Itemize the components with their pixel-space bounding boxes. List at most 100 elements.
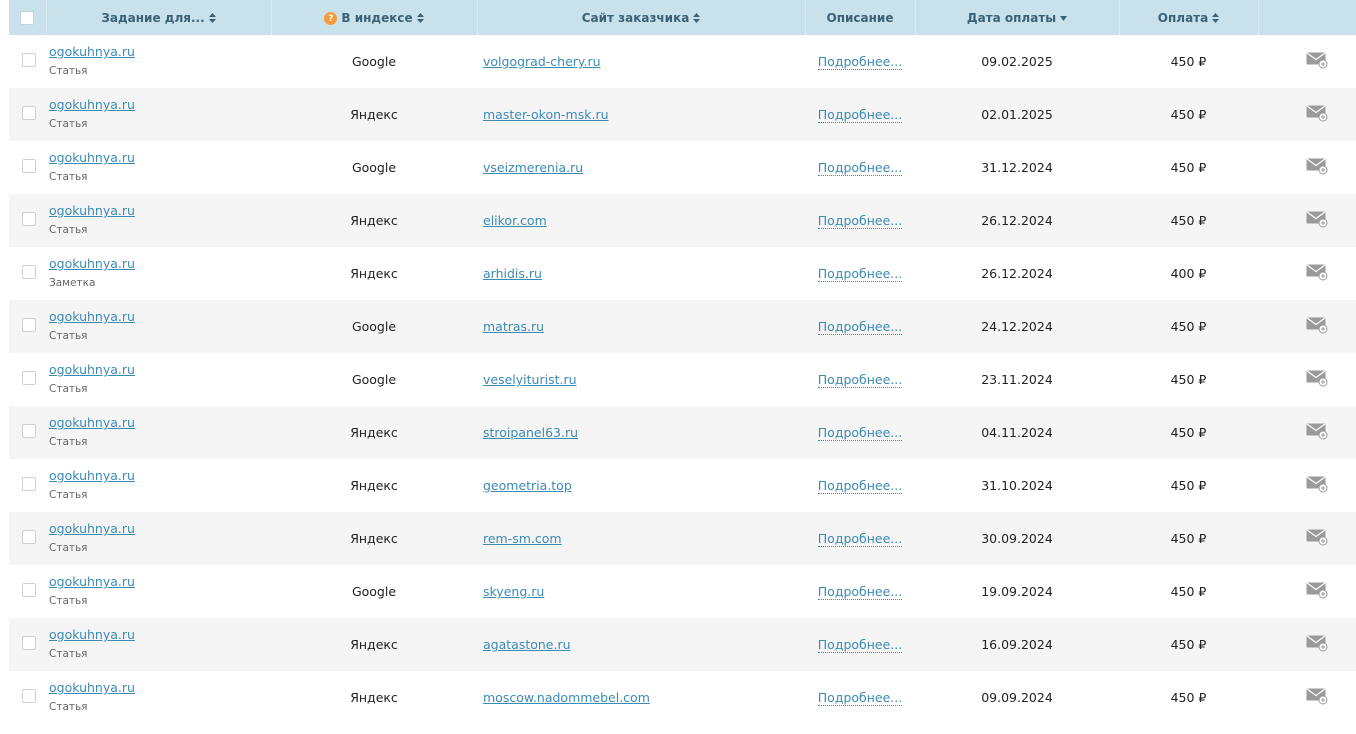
customer-site-link[interactable]: geometria.top	[477, 478, 572, 493]
row-checkbox[interactable]	[22, 318, 36, 332]
sort-desc-icon[interactable]	[1060, 13, 1068, 23]
pay-date-cell: 19.09.2024	[981, 584, 1053, 599]
row-checkbox[interactable]	[22, 159, 36, 173]
customer-site-link[interactable]: rem-sm.com	[477, 531, 562, 546]
task-link[interactable]: ogokuhnya.ru	[49, 415, 271, 430]
index-cell: Google	[351, 319, 397, 334]
details-link[interactable]: Подробнее...	[817, 319, 903, 335]
task-link[interactable]: ogokuhnya.ru	[49, 680, 271, 695]
task-type-label: Статья	[49, 436, 88, 448]
customer-site-link[interactable]: matras.ru	[477, 319, 544, 334]
row-checkbox[interactable]	[22, 530, 36, 544]
site-cell: moscow.nadommebel.com	[477, 671, 805, 724]
site-cell: elikor.com	[477, 194, 805, 247]
row-checkbox[interactable]	[22, 106, 36, 120]
actions-cell	[1258, 406, 1356, 459]
task-link[interactable]: ogokuhnya.ru	[49, 256, 271, 271]
row-checkbox[interactable]	[22, 53, 36, 67]
details-link[interactable]: Подробнее...	[817, 531, 903, 547]
task-link[interactable]: ogokuhnya.ru	[49, 97, 271, 112]
select-all-checkbox[interactable]	[20, 11, 35, 26]
customer-site-link[interactable]: master-okon-msk.ru	[477, 107, 609, 122]
mail-add-icon[interactable]	[1306, 634, 1328, 652]
mail-add-icon[interactable]	[1306, 475, 1328, 493]
mail-add-icon[interactable]	[1306, 687, 1328, 705]
sort-arrows-icon[interactable]	[693, 13, 701, 23]
task-link[interactable]: ogokuhnya.ru	[49, 203, 271, 218]
customer-site-link[interactable]: stroipanel63.ru	[477, 425, 578, 440]
details-link[interactable]: Подробнее...	[817, 637, 903, 653]
customer-site-link[interactable]: moscow.nadommebel.com	[477, 690, 650, 705]
header-payment[interactable]: Оплата	[1119, 0, 1259, 35]
task-type-label: Статья	[49, 171, 88, 183]
description-cell: Подробнее...	[805, 671, 915, 724]
header-site[interactable]: Сайт заказчика	[477, 0, 806, 35]
mail-add-icon[interactable]	[1306, 157, 1328, 175]
customer-site-link[interactable]: vseizmerenia.ru	[477, 160, 583, 175]
row-checkbox[interactable]	[22, 636, 36, 650]
details-link[interactable]: Подробнее...	[817, 54, 903, 70]
task-link[interactable]: ogokuhnya.ru	[49, 362, 271, 377]
mail-add-icon[interactable]	[1306, 581, 1328, 599]
description-cell: Подробнее...	[805, 512, 915, 565]
header-select-all[interactable]	[9, 0, 47, 35]
details-link[interactable]: Подробнее...	[817, 213, 903, 229]
customer-site-link[interactable]: veselyiturist.ru	[477, 372, 577, 387]
table-row: ogokuhnya.ru Статья Яндекс rem-sm.com По…	[9, 512, 1356, 565]
site-cell: master-okon-msk.ru	[477, 88, 805, 141]
mail-add-icon[interactable]	[1306, 316, 1328, 334]
row-checkbox[interactable]	[22, 689, 36, 703]
details-link[interactable]: Подробнее...	[817, 584, 903, 600]
details-link[interactable]: Подробнее...	[817, 690, 903, 706]
mail-add-icon[interactable]	[1306, 51, 1328, 69]
details-link[interactable]: Подробнее...	[817, 372, 903, 388]
sort-arrows-icon[interactable]	[208, 13, 216, 23]
row-checkbox[interactable]	[22, 424, 36, 438]
customer-site-link[interactable]: elikor.com	[477, 213, 547, 228]
sort-arrows-icon[interactable]	[1212, 13, 1220, 23]
header-task[interactable]: Задание для...	[46, 0, 272, 35]
row-checkbox[interactable]	[22, 265, 36, 279]
pay-date-cell: 26.12.2024	[981, 266, 1053, 281]
customer-site-link[interactable]: volgograd-chery.ru	[477, 54, 601, 69]
details-link[interactable]: Подробнее...	[817, 107, 903, 123]
mail-add-icon[interactable]	[1306, 422, 1328, 440]
task-link[interactable]: ogokuhnya.ru	[49, 574, 271, 589]
task-link[interactable]: ogokuhnya.ru	[49, 44, 271, 59]
row-checkbox[interactable]	[22, 371, 36, 385]
help-icon[interactable]: ?	[324, 12, 338, 26]
task-link[interactable]: ogokuhnya.ru	[49, 468, 271, 483]
mail-add-icon[interactable]	[1306, 210, 1328, 228]
task-link[interactable]: ogokuhnya.ru	[49, 521, 271, 536]
mail-add-icon[interactable]	[1306, 263, 1328, 281]
task-type-label: Статья	[49, 489, 88, 501]
mail-add-icon[interactable]	[1306, 104, 1328, 122]
sort-arrows-icon[interactable]	[416, 12, 424, 23]
index-cell: Яндекс	[350, 266, 398, 281]
row-checkbox[interactable]	[22, 212, 36, 226]
row-checkbox[interactable]	[22, 477, 36, 491]
details-link[interactable]: Подробнее...	[817, 478, 903, 494]
customer-site-link[interactable]: arhidis.ru	[477, 266, 542, 281]
task-link[interactable]: ogokuhnya.ru	[49, 150, 271, 165]
description-cell: Подробнее...	[805, 565, 915, 618]
site-cell: matras.ru	[477, 300, 805, 353]
description-cell: Подробнее...	[805, 618, 915, 671]
row-checkbox[interactable]	[22, 583, 36, 597]
customer-site-link[interactable]: skyeng.ru	[477, 584, 544, 599]
description-cell: Подробнее...	[805, 300, 915, 353]
index-cell: Яндекс	[350, 213, 398, 228]
customer-site-link[interactable]: agatastone.ru	[477, 637, 571, 652]
row-select-cell	[9, 512, 46, 565]
header-index[interactable]: ? В индексе	[271, 0, 478, 35]
details-link[interactable]: Подробнее...	[817, 425, 903, 441]
mail-add-icon[interactable]	[1306, 528, 1328, 546]
task-cell: ogokuhnya.ru Статья	[46, 35, 271, 88]
task-cell: ogokuhnya.ru Статья	[46, 618, 271, 671]
task-link[interactable]: ogokuhnya.ru	[49, 627, 271, 642]
task-link[interactable]: ogokuhnya.ru	[49, 309, 271, 324]
mail-add-icon[interactable]	[1306, 369, 1328, 387]
details-link[interactable]: Подробнее...	[817, 160, 903, 176]
details-link[interactable]: Подробнее...	[817, 266, 903, 282]
header-pay-date[interactable]: Дата оплаты	[915, 0, 1120, 35]
